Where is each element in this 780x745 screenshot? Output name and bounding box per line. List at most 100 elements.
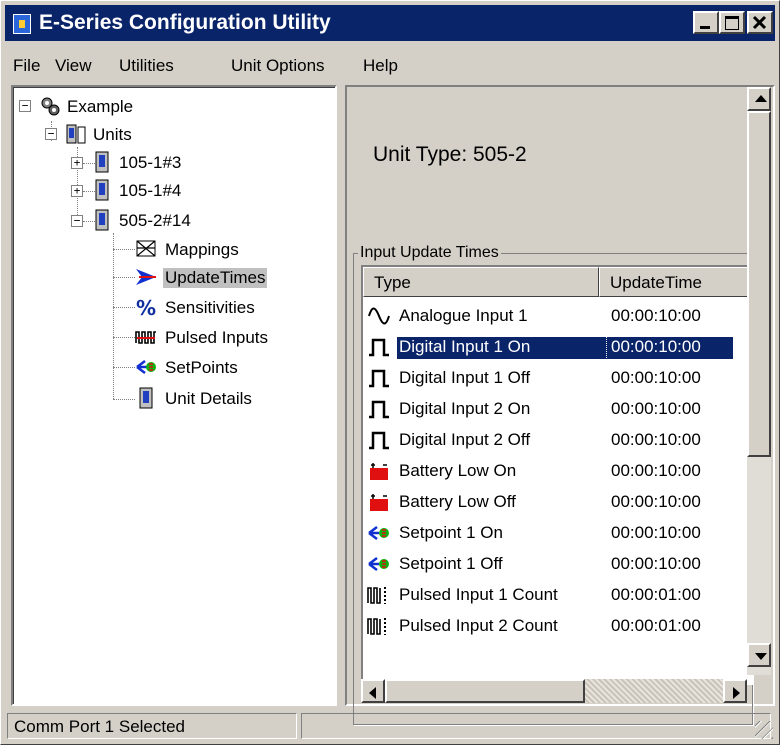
cell-update-time: 00:00:01:00: [611, 616, 701, 635]
vertical-scrollbar[interactable]: [747, 87, 771, 675]
scroll-right-button[interactable]: [723, 679, 747, 703]
digital-pulse-icon: [369, 369, 389, 388]
cell-type: Pulsed Input 1 Count: [399, 585, 558, 604]
close-button[interactable]: [747, 11, 773, 34]
pulsed-inputs-icon: [135, 331, 156, 344]
menu-view[interactable]: View: [55, 56, 92, 76]
battery-icon: [370, 463, 388, 480]
column-header-type[interactable]: Type: [363, 267, 599, 297]
cell-update-time: 00:00:10:00: [611, 306, 701, 325]
cell-update-time: 00:00:10:00: [611, 368, 701, 387]
cell-type: Digital Input 2 On: [399, 399, 531, 418]
table-row[interactable]: Digital Input 1 Off 00:00:10:00: [363, 363, 751, 393]
cell-type: Setpoint 1 On: [399, 523, 503, 542]
setpoint-icon: [368, 526, 389, 540]
scroll-thumb[interactable]: [747, 111, 771, 457]
table-row[interactable]: Digital Input 2 On 00:00:10:00: [363, 394, 751, 424]
detail-pane: Unit Type: 505-2 Input Update Times Type…: [345, 85, 775, 725]
cell-update-time: 00:00:10:00: [611, 430, 701, 449]
unit-icon: [139, 387, 153, 409]
tree-root-label: Example: [67, 97, 134, 116]
cell-type: Analogue Input 1: [399, 306, 528, 325]
cell-type: Pulsed Input 2 Count: [399, 616, 558, 635]
maximize-button[interactable]: [719, 11, 745, 34]
unit-tree[interactable]: − Example − Units + 105-1#3 + 105-1#4 − …: [11, 85, 337, 706]
pulse-count-icon: [367, 587, 386, 604]
tree-unit-label: 505-2#14: [119, 211, 191, 230]
column-header-update-time[interactable]: UpdateTime: [599, 267, 751, 297]
table-row[interactable]: Analogue Input 1 00:00:10:00: [363, 301, 751, 331]
cell-type: Digital Input 1 Off: [399, 368, 531, 387]
app-window: E-Series Configuration Utility File View…: [0, 0, 780, 745]
arrow-left-icon: [369, 687, 376, 699]
collapse-icon[interactable]: −: [45, 128, 57, 140]
tree-item-label: Pulsed Inputs: [165, 328, 269, 347]
column-header-label: Type: [374, 273, 411, 292]
mappings-icon: [136, 240, 156, 257]
tree-unit-label: 105-1#4: [119, 181, 182, 200]
cell-update-time: 00:00:10:00: [606, 336, 734, 360]
cell-type: Digital Input 2 Off: [399, 430, 531, 449]
tree-item-label: Mappings: [165, 240, 239, 259]
close-icon: [752, 15, 767, 30]
digital-pulse-icon: [369, 400, 389, 419]
expand-icon[interactable]: +: [71, 185, 83, 197]
expand-icon[interactable]: +: [71, 157, 83, 169]
table-row[interactable]: Digital Input 2 Off 00:00:10:00: [363, 425, 751, 455]
tree-item-label: SetPoints: [165, 358, 238, 377]
update-times-icon: [136, 269, 156, 285]
digital-pulse-icon: [369, 338, 389, 357]
scroll-left-button[interactable]: [361, 679, 385, 703]
menu-file[interactable]: File: [13, 56, 40, 76]
status-panel-empty: [301, 713, 771, 739]
update-times-list[interactable]: Type UpdateTime Analogue Input 1 00:00:1…: [361, 265, 753, 685]
scroll-down-button[interactable]: [747, 643, 771, 667]
gears-icon: [41, 97, 60, 116]
table-row[interactable]: Pulsed Input 2 Count 00:00:01:00: [363, 611, 751, 641]
pulse-count-icon: [367, 618, 386, 635]
column-header-label: UpdateTime: [610, 273, 702, 292]
status-panel: Comm Port 1 Selected: [7, 713, 297, 739]
table-row-selected[interactable]: Digital Input 1 On 00:00:10:00: [363, 332, 751, 362]
status-bar: Comm Port 1 Selected: [5, 711, 775, 741]
menu-utilities[interactable]: Utilities: [119, 56, 174, 76]
svg-text:%: %: [136, 296, 156, 318]
window-title: E-Series Configuration Utility: [39, 11, 331, 34]
table-row[interactable]: Pulsed Input 1 Count 00:00:01:00: [363, 580, 751, 610]
units-icon: [66, 124, 86, 144]
arrow-down-icon: [755, 653, 767, 660]
table-row[interactable]: Battery Low On 00:00:10:00: [363, 456, 751, 486]
unit-type-label: Unit Type: 505-2: [373, 143, 527, 166]
menu-unit-options[interactable]: Unit Options: [231, 56, 325, 76]
app-icon[interactable]: [13, 14, 31, 34]
collapse-icon[interactable]: −: [19, 100, 31, 112]
title-bar[interactable]: E-Series Configuration Utility: [5, 5, 775, 41]
collapse-icon[interactable]: −: [71, 215, 83, 227]
table-row[interactable]: Setpoint 1 Off 00:00:10:00: [363, 549, 751, 579]
scroll-up-button[interactable]: [747, 87, 771, 111]
cell-type: Digital Input 1 On: [397, 337, 607, 359]
horizontal-scrollbar[interactable]: [361, 679, 747, 703]
analogue-wave-icon: [368, 307, 390, 325]
arrow-up-icon: [755, 95, 767, 102]
minimize-button[interactable]: [693, 11, 719, 34]
tree-unit-label: 105-1#3: [119, 153, 182, 172]
cell-type: Setpoint 1 Off: [399, 554, 503, 573]
cell-update-time: 00:00:10:00: [611, 399, 701, 418]
table-row[interactable]: Setpoint 1 On 00:00:10:00: [363, 518, 751, 548]
cell-update-time: 00:00:10:00: [611, 523, 701, 542]
table-row[interactable]: Battery Low Off 00:00:10:00: [363, 487, 751, 517]
cell-update-time: 00:00:10:00: [611, 461, 701, 480]
arrow-right-icon: [733, 687, 740, 699]
tree-item-label: Sensitivities: [165, 298, 255, 317]
menu-help[interactable]: Help: [363, 56, 398, 76]
cell-update-time: 00:00:10:00: [611, 554, 701, 573]
resize-grip[interactable]: [755, 721, 773, 739]
tree-item-label: Unit Details: [165, 389, 252, 408]
cell-type: Battery Low On: [399, 461, 517, 480]
scroll-thumb[interactable]: [385, 679, 585, 703]
tree-units-label: Units: [93, 125, 132, 144]
tree-item-label: UpdateTimes: [163, 268, 268, 288]
unit-icon: [95, 179, 109, 201]
setpoint-icon: [368, 557, 389, 571]
